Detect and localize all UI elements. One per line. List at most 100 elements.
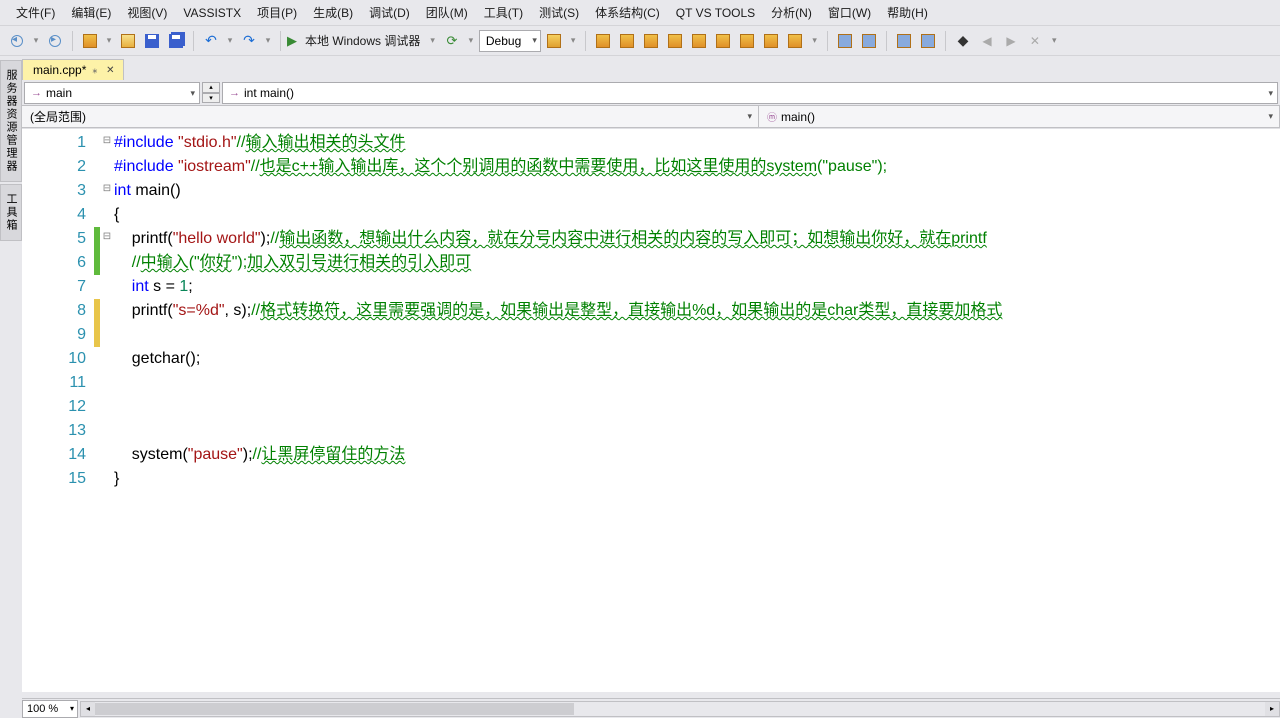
new-dropdown-button[interactable]: ▾ bbox=[103, 30, 115, 52]
debug-btn-8[interactable] bbox=[760, 30, 782, 52]
start-debug-dropdown[interactable]: ▾ bbox=[426, 35, 439, 46]
menu-analyze[interactable]: 分析(N) bbox=[763, 0, 820, 25]
new-item-icon bbox=[83, 34, 97, 48]
bookmark-clear-button[interactable]: ✕ bbox=[1024, 30, 1046, 52]
uncomment-icon bbox=[862, 34, 876, 48]
debug-icon-5 bbox=[692, 34, 706, 48]
side-tab-toolbox[interactable]: 工具箱 bbox=[0, 184, 22, 241]
menu-architecture[interactable]: 体系结构(C) bbox=[587, 0, 668, 25]
debug-icon-3 bbox=[644, 34, 658, 48]
menu-build[interactable]: 生成(B) bbox=[305, 0, 361, 25]
config-dropdown[interactable]: Debug bbox=[479, 30, 541, 52]
symbol-dropdown[interactable]: → int main() bbox=[222, 82, 1278, 104]
comment-icon bbox=[838, 34, 852, 48]
menu-team[interactable]: 团队(M) bbox=[418, 0, 476, 25]
debug-icon-8 bbox=[764, 34, 778, 48]
nav-forward-button[interactable] bbox=[44, 30, 66, 52]
menu-debug[interactable]: 调试(D) bbox=[361, 0, 418, 25]
redo-button[interactable]: ↷ bbox=[238, 30, 260, 52]
debug-btn-9[interactable] bbox=[784, 30, 806, 52]
bookmark-button[interactable]: ◆ bbox=[952, 30, 974, 52]
open-button[interactable] bbox=[117, 30, 139, 52]
debug-dropdown[interactable]: ▾ bbox=[808, 35, 821, 46]
tab-label: main.cpp* bbox=[33, 63, 86, 77]
bookmark-dropdown[interactable]: ▾ bbox=[1048, 35, 1061, 46]
menu-project[interactable]: 项目(P) bbox=[249, 0, 305, 25]
menu-view[interactable]: 视图(V) bbox=[119, 0, 175, 25]
scope-right-dropdown[interactable]: ⓜ main() bbox=[759, 106, 1280, 127]
bookmark-next-button[interactable]: ▶ bbox=[1000, 30, 1022, 52]
debug-icon-1 bbox=[596, 34, 610, 48]
tab-main-cpp[interactable]: main.cpp* ⁎ ✕ bbox=[22, 59, 124, 80]
zoom-dropdown[interactable]: 100 % bbox=[22, 700, 78, 718]
refresh-dropdown[interactable]: ▾ bbox=[465, 30, 477, 52]
menu-file[interactable]: 文件(F) bbox=[8, 0, 63, 25]
save-icon bbox=[145, 34, 159, 48]
side-tab-server-explorer[interactable]: 服务器资源管理器 bbox=[0, 60, 22, 182]
menu-edit[interactable]: 编辑(E) bbox=[63, 0, 119, 25]
side-tabs: 服务器资源管理器 工具箱 bbox=[0, 60, 20, 243]
symbol-label: int main() bbox=[244, 86, 294, 100]
project-icon: → bbox=[31, 87, 42, 99]
debug-btn-7[interactable] bbox=[736, 30, 758, 52]
indent-out-icon bbox=[921, 34, 935, 48]
menu-test[interactable]: 测试(S) bbox=[531, 0, 587, 25]
menu-bar: 文件(F) 编辑(E) 视图(V) VASSISTX 项目(P) 生成(B) 调… bbox=[0, 0, 1280, 26]
debug-btn-5[interactable] bbox=[688, 30, 710, 52]
hscroll-thumb[interactable] bbox=[95, 703, 574, 715]
project-dropdown[interactable]: → main bbox=[24, 82, 200, 104]
debug-btn-1[interactable] bbox=[592, 30, 614, 52]
redo-dropdown[interactable]: ▾ bbox=[262, 30, 274, 52]
editor-bottom-bar: 100 % ◂ ▸ bbox=[22, 698, 1280, 718]
scope-right-label: main() bbox=[781, 110, 815, 124]
document-tabstrip: main.cpp* ⁎ ✕ bbox=[0, 56, 1280, 80]
comment-button[interactable] bbox=[834, 30, 856, 52]
debug-icon-7 bbox=[740, 34, 754, 48]
debug-btn-3[interactable] bbox=[640, 30, 662, 52]
undo-button[interactable]: ↶ bbox=[200, 30, 222, 52]
indent-in-button[interactable] bbox=[893, 30, 915, 52]
undo-dropdown[interactable]: ▾ bbox=[224, 30, 236, 52]
menu-help[interactable]: 帮助(H) bbox=[879, 0, 936, 25]
horizontal-scrollbar[interactable]: ◂ ▸ bbox=[80, 701, 1280, 717]
uncomment-button[interactable] bbox=[858, 30, 880, 52]
scope-left-label: (全局范围) bbox=[30, 108, 86, 125]
fold-column[interactable]: ⊟⊟⊟ bbox=[100, 129, 114, 692]
menu-vassistx[interactable]: VASSISTX bbox=[175, 2, 249, 24]
code-area[interactable]: #include "stdio.h"//输入输出相关的头文件#include "… bbox=[114, 129, 1280, 692]
line-number-gutter: 123456789101112131415 bbox=[22, 129, 94, 692]
menu-window[interactable]: 窗口(W) bbox=[820, 0, 879, 25]
tab-close-button[interactable]: ✕ bbox=[103, 63, 117, 77]
scope-left-dropdown[interactable]: (全局范围) bbox=[22, 106, 759, 127]
undo-icon: ↶ bbox=[205, 32, 217, 49]
tab-pin-icon[interactable]: ⁎ bbox=[92, 65, 97, 76]
debug-btn-4[interactable] bbox=[664, 30, 686, 52]
save-all-button[interactable] bbox=[165, 30, 187, 52]
debug-icon-9 bbox=[788, 34, 802, 48]
nav-bar: → main ▴▾ → int main() bbox=[22, 80, 1280, 106]
menu-qt-vs-tools[interactable]: QT VS TOOLS bbox=[668, 2, 763, 24]
find-dropdown[interactable]: ▾ bbox=[567, 35, 580, 46]
refresh-button[interactable]: ⟳ bbox=[441, 30, 463, 52]
menu-tools[interactable]: 工具(T) bbox=[476, 0, 531, 25]
debug-btn-6[interactable] bbox=[712, 30, 734, 52]
nav-spinner[interactable]: ▴▾ bbox=[202, 82, 220, 103]
nav-back-button[interactable] bbox=[6, 30, 28, 52]
save-button[interactable] bbox=[141, 30, 163, 52]
indent-out-button[interactable] bbox=[917, 30, 939, 52]
code-editor[interactable]: 123456789101112131415 ⊟⊟⊟ #include "stdi… bbox=[22, 128, 1280, 692]
find-button[interactable] bbox=[543, 30, 565, 52]
debug-icon-4 bbox=[668, 34, 682, 48]
scope-method-icon: ⓜ bbox=[767, 109, 777, 124]
debug-icon-2 bbox=[620, 34, 634, 48]
nav-dropdown-button[interactable]: ▾ bbox=[30, 30, 42, 52]
debug-btn-2[interactable] bbox=[616, 30, 638, 52]
save-all-icon bbox=[169, 34, 183, 48]
new-item-button[interactable] bbox=[79, 30, 101, 52]
hscroll-left-arrow[interactable]: ◂ bbox=[81, 702, 95, 716]
bookmark-prev-button[interactable]: ◀ bbox=[976, 30, 998, 52]
redo-icon: ↷ bbox=[243, 32, 255, 49]
symbol-icon: → bbox=[229, 87, 240, 99]
hscroll-right-arrow[interactable]: ▸ bbox=[1265, 702, 1279, 716]
start-debug-button[interactable]: 本地 Windows 调试器 bbox=[301, 32, 424, 49]
